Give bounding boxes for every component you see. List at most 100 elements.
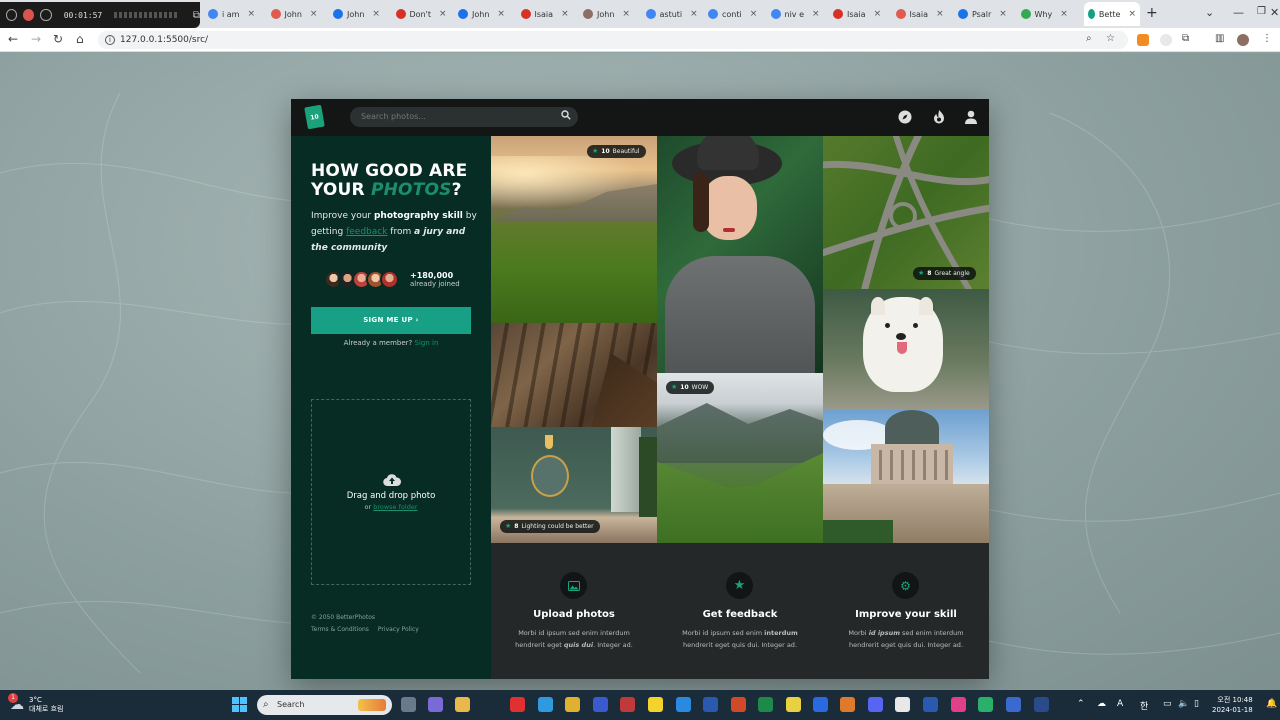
excel-icon[interactable]	[758, 697, 773, 712]
menu-dots-icon[interactable]: ⋮	[1262, 33, 1272, 44]
terminal-icon[interactable]	[1006, 697, 1021, 712]
photo-bathroom[interactable]: ★ 8 Lighting could be better	[491, 427, 657, 543]
site-info-icon[interactable]: i	[105, 35, 115, 45]
slack-icon[interactable]	[951, 697, 966, 712]
browser-tab[interactable]: conti ×	[704, 4, 761, 24]
kakaotalk-icon[interactable]	[648, 697, 663, 712]
photo-highway[interactable]: ★ 8 Great angle	[823, 136, 989, 289]
restore-icon[interactable]: ❐	[1257, 6, 1266, 17]
pause-icon[interactable]	[6, 9, 18, 21]
chrome-icon[interactable]	[565, 697, 580, 712]
maps-icon[interactable]	[813, 697, 828, 712]
stop-icon[interactable]	[23, 9, 35, 21]
close-tab-icon[interactable]: ×	[750, 9, 758, 19]
browser-tab[interactable]: Isaia ×	[892, 4, 948, 24]
sourcetree-icon[interactable]	[978, 697, 993, 712]
reload-icon[interactable]: ↻	[53, 32, 63, 46]
extensions-puzzle-icon[interactable]: ⧉	[1182, 33, 1189, 44]
word-icon[interactable]	[703, 697, 718, 712]
powerpoint-icon[interactable]	[731, 697, 746, 712]
ime-indicator[interactable]: A	[1117, 699, 1123, 709]
close-tab-icon[interactable]: ×	[561, 9, 569, 19]
windows-start-icon[interactable]	[232, 697, 247, 712]
close-tab-icon[interactable]: ×	[439, 9, 447, 19]
back-icon[interactable]: ←	[8, 32, 18, 46]
display-icon[interactable]: ▭	[1163, 699, 1172, 709]
chevron-up-icon[interactable]: ⌃	[1077, 699, 1085, 709]
close-tab-icon[interactable]: ×	[690, 9, 698, 19]
photo-valley[interactable]: ★ 10 WOW	[657, 373, 823, 543]
vscode-icon[interactable]	[676, 697, 691, 712]
fire-icon[interactable]	[931, 109, 947, 125]
notification-bell-icon[interactable]: 🔔	[1266, 699, 1277, 709]
close-tab-icon[interactable]: ×	[310, 9, 318, 19]
snipping-tool-icon[interactable]	[620, 697, 635, 712]
close-tab-icon[interactable]: ×	[622, 9, 630, 19]
taskbar-clock[interactable]: 오전 10:48 2024-01-18	[1212, 695, 1253, 715]
photo-cathedral[interactable]	[823, 410, 989, 543]
weather-widget[interactable]: ☁ 1 3°C 대체로 흐림	[8, 693, 63, 714]
sign-in-link[interactable]: Sign in	[415, 339, 439, 347]
browser-tab[interactable]: Isaia ×	[829, 4, 885, 24]
browse-folder-link[interactable]: browse folder	[373, 503, 417, 511]
sticky-notes-icon[interactable]	[786, 697, 801, 712]
terminal-icon[interactable]	[923, 697, 938, 712]
close-tab-icon[interactable]: ×	[936, 9, 944, 19]
browser-tab[interactable]: Why ×	[1017, 4, 1072, 24]
browser-tab[interactable]: John ×	[579, 4, 634, 24]
minimize-icon[interactable]: —	[1233, 6, 1244, 19]
close-tab-icon[interactable]: ×	[1128, 9, 1136, 19]
browser-tab[interactable]: John ×	[454, 4, 509, 24]
close-window-icon[interactable]: ✕	[1270, 6, 1279, 19]
compass-icon[interactable]	[897, 109, 913, 125]
bookmark-star-icon[interactable]: ☆	[1106, 33, 1115, 44]
chevron-down-icon[interactable]: ⌄	[1205, 6, 1214, 19]
extension-icon[interactable]	[1137, 34, 1149, 46]
browser-tab[interactable]: John ×	[267, 4, 322, 24]
forward-icon[interactable]: →	[31, 32, 41, 46]
feedback-link[interactable]: feedback	[346, 227, 387, 237]
close-tab-icon[interactable]: ×	[1060, 9, 1068, 19]
privacy-link[interactable]: Privacy Policy	[378, 626, 419, 633]
taskbar-search[interactable]: ⌕ Search	[257, 695, 392, 715]
zoom-icon[interactable]: ⌕	[1086, 33, 1092, 44]
close-tab-icon[interactable]: ×	[247, 9, 255, 19]
search-icon[interactable]	[561, 110, 571, 120]
github-icon[interactable]	[895, 697, 910, 712]
photo-architecture[interactable]	[491, 323, 657, 427]
sign-up-button[interactable]: SIGN ME UP ›	[311, 307, 471, 334]
chat-icon[interactable]	[428, 697, 443, 712]
browser-tab[interactable]: astuti ×	[642, 4, 702, 24]
address-bar[interactable]: i 127.0.0.1:5500/src/	[98, 31, 1128, 49]
photo-samoyed[interactable]	[823, 289, 989, 410]
extension-icon[interactable]	[1160, 34, 1172, 46]
close-tab-icon[interactable]: ×	[874, 9, 882, 19]
side-panel-icon[interactable]: ▥	[1215, 33, 1224, 44]
diamond-app-icon[interactable]	[510, 697, 525, 712]
speaker-icon[interactable]: 🔈	[1178, 699, 1189, 709]
search-input[interactable]	[350, 107, 578, 127]
cloud-icon[interactable]: ☁	[1097, 699, 1106, 709]
sublime-icon[interactable]	[840, 697, 855, 712]
new-tab-button[interactable]: +	[1146, 5, 1158, 21]
photo-dropzone[interactable]: Drag and drop photo or browse folder	[311, 399, 471, 585]
tab-betterphotos[interactable]: Bette ×	[1084, 2, 1140, 26]
browser-tab[interactable]: Psalr ×	[954, 4, 1011, 24]
screenshot-icon[interactable]: ⧉	[193, 10, 200, 21]
translate-app-icon[interactable]	[593, 697, 608, 712]
browser-tab[interactable]: Isaia ×	[517, 4, 573, 24]
close-tab-icon[interactable]: ×	[999, 9, 1007, 19]
close-tab-icon[interactable]: ×	[372, 9, 380, 19]
terminal-icon[interactable]	[1034, 697, 1049, 712]
browser-tab[interactable]: John ×	[329, 4, 384, 24]
photo-meadow[interactable]: ★ 10 Beautiful	[491, 136, 657, 323]
photo-portrait[interactable]	[657, 136, 823, 373]
language-indicator[interactable]: 한	[1140, 699, 1148, 712]
battery-icon[interactable]: ▯	[1194, 699, 1199, 709]
browser-tab[interactable]: niv e ×	[767, 4, 824, 24]
user-icon[interactable]	[963, 109, 979, 125]
close-tab-icon[interactable]: ×	[812, 9, 820, 19]
terms-link[interactable]: Terms & Conditions	[311, 626, 369, 633]
play-icon[interactable]	[40, 9, 52, 21]
file-manager-icon[interactable]	[401, 697, 416, 712]
